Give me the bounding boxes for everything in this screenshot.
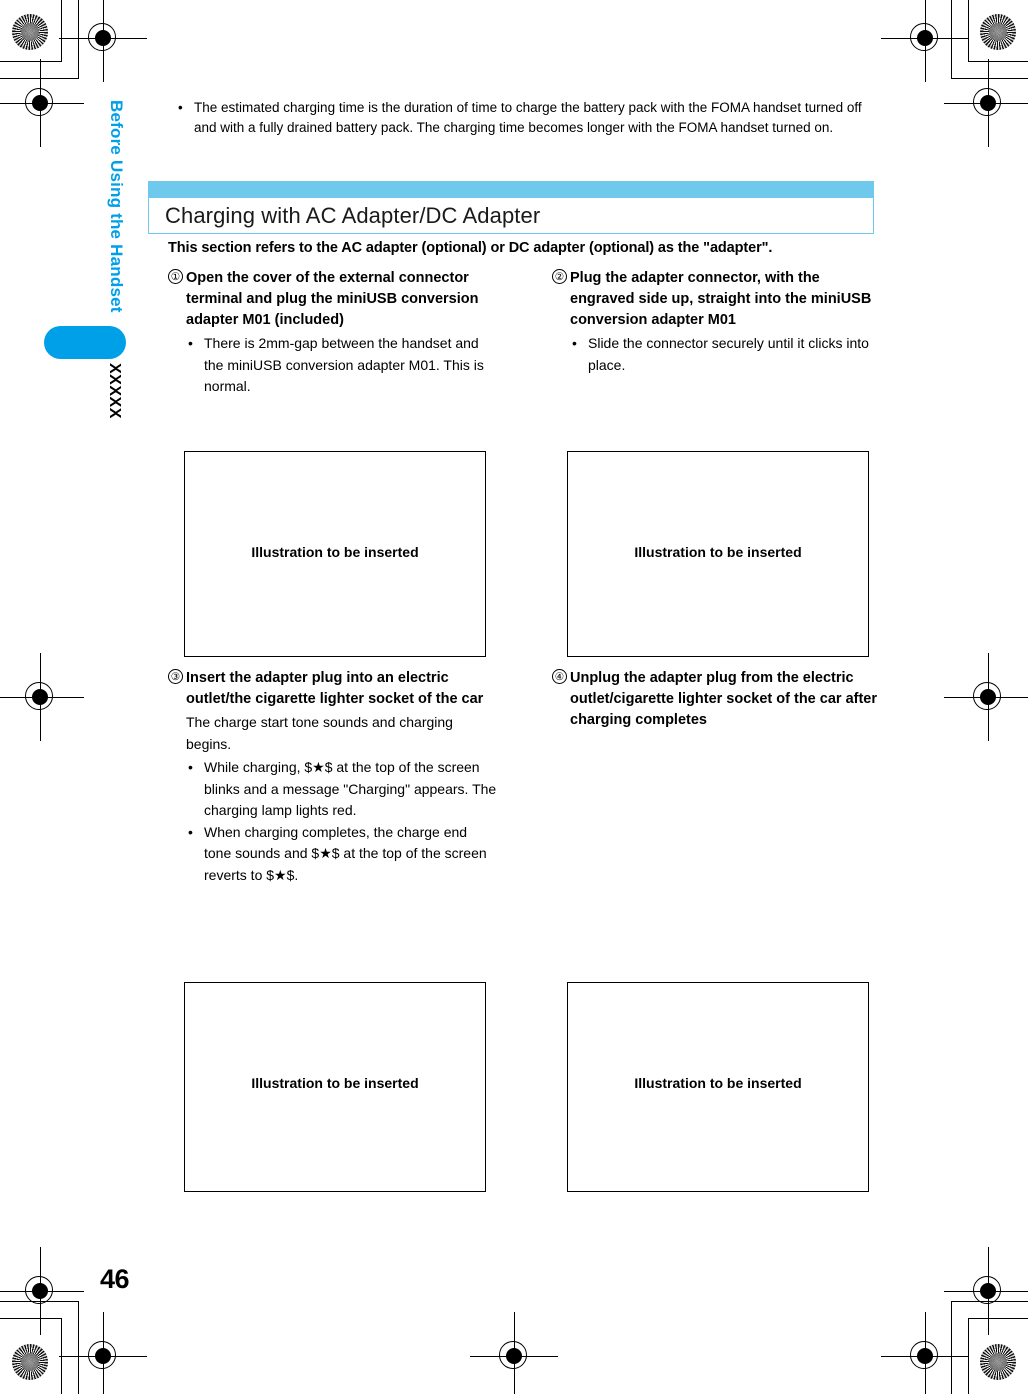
bullet-glyph-icon: • (188, 759, 193, 775)
step-4-block: ④ Unplug the adapter plug from the elect… (552, 668, 882, 731)
calibration-burst-top-left (12, 14, 48, 50)
step-1-bullet-1: • There is 2mm-gap between the handset a… (186, 333, 498, 398)
calibration-burst-bottom-right (980, 1344, 1016, 1380)
bullet-glyph-icon: • (572, 335, 577, 351)
side-index-tab[interactable] (44, 326, 126, 359)
step-4-number: ④ (552, 669, 567, 684)
step-2-title: Plug the adapter connector, with the eng… (570, 270, 872, 328)
illustration-placeholder-2-label: Illustration to be inserted (634, 544, 802, 560)
section-heading: Charging with AC Adapter/DC Adapter (148, 181, 874, 234)
step-1-title: Open the cover of the external connector… (186, 270, 479, 328)
step-3-bullet-2-text: When charging completes, the charge end … (204, 823, 487, 883)
step-3-heading: ③ Insert the adapter plug into an electr… (168, 668, 498, 710)
step-2-bullet-1: • Slide the connector securely until it … (570, 333, 882, 376)
note-text: The estimated charging time is the durat… (194, 100, 862, 135)
bullet-glyph-icon: • (178, 100, 183, 115)
illustration-placeholder-3-label: Illustration to be inserted (251, 1075, 419, 1091)
step-3-title: Insert the adapter plug into an electric… (186, 670, 484, 707)
step-3-number: ③ (168, 669, 183, 684)
calibration-burst-top-right (980, 14, 1016, 50)
page-number: 46 (100, 1264, 130, 1294)
bullet-glyph-icon: • (188, 335, 193, 351)
section-heading-title: Charging with AC Adapter/DC Adapter (165, 202, 541, 228)
note-bullet-row: • The estimated charging time is the dur… (168, 98, 874, 138)
step-3-bullets: • While charging, $★$ at the top of the … (168, 757, 498, 886)
step-1-number: ① (168, 269, 183, 284)
bullet-glyph-icon: • (188, 823, 193, 840)
step-1-bullets: • There is 2mm-gap between the handset a… (168, 333, 498, 398)
section-heading-band (148, 181, 874, 198)
illustration-placeholder-2: Illustration to be inserted (567, 451, 869, 657)
step-3-bullet-1: • While charging, $★$ at the top of the … (186, 757, 498, 822)
step-1-heading: ① Open the cover of the external connect… (168, 268, 498, 331)
side-index-title: Before Using the Handset (107, 100, 126, 313)
step-3-block: ③ Insert the adapter plug into an electr… (168, 668, 498, 886)
calibration-burst-bottom-left (12, 1344, 48, 1380)
step-2-bullet-1-text: Slide the connector securely until it cl… (588, 335, 869, 373)
step-3-description: The charge start tone sounds and chargin… (186, 714, 453, 752)
step-4-title: Unplug the adapter plug from the electri… (570, 670, 877, 728)
illustration-placeholder-4: Illustration to be inserted (567, 982, 869, 1192)
illustration-placeholder-4-label: Illustration to be inserted (634, 1075, 802, 1091)
step-1-bullet-1-text: There is 2mm-gap between the handset and… (204, 335, 484, 394)
side-index-tab-label: XXXXX (106, 363, 123, 419)
section-heading-box: Charging with AC Adapter/DC Adapter (148, 198, 874, 234)
illustration-placeholder-1: Illustration to be inserted (184, 451, 486, 657)
step-2-heading: ② Plug the adapter connector, with the e… (552, 268, 882, 331)
step-2-bullets: • Slide the connector securely until it … (552, 333, 882, 376)
step-4-heading: ④ Unplug the adapter plug from the elect… (552, 668, 882, 731)
illustration-placeholder-3: Illustration to be inserted (184, 982, 486, 1192)
step-3-bullet-1-text: While charging, $★$ at the top of the sc… (204, 759, 497, 818)
step-3-bullet-2: • When charging completes, the charge en… (186, 822, 498, 887)
printed-manual-page: Before Using the Handset XXXXX 46 • The … (0, 0, 1028, 1394)
top-note-block: • The estimated charging time is the dur… (168, 98, 874, 138)
section-lead-text: This section refers to the AC adapter (o… (168, 240, 773, 256)
step-1-block: ① Open the cover of the external connect… (168, 268, 498, 398)
step-2-number: ② (552, 269, 567, 284)
step-2-block: ② Plug the adapter connector, with the e… (552, 268, 882, 376)
illustration-placeholder-1-label: Illustration to be inserted (251, 544, 419, 560)
